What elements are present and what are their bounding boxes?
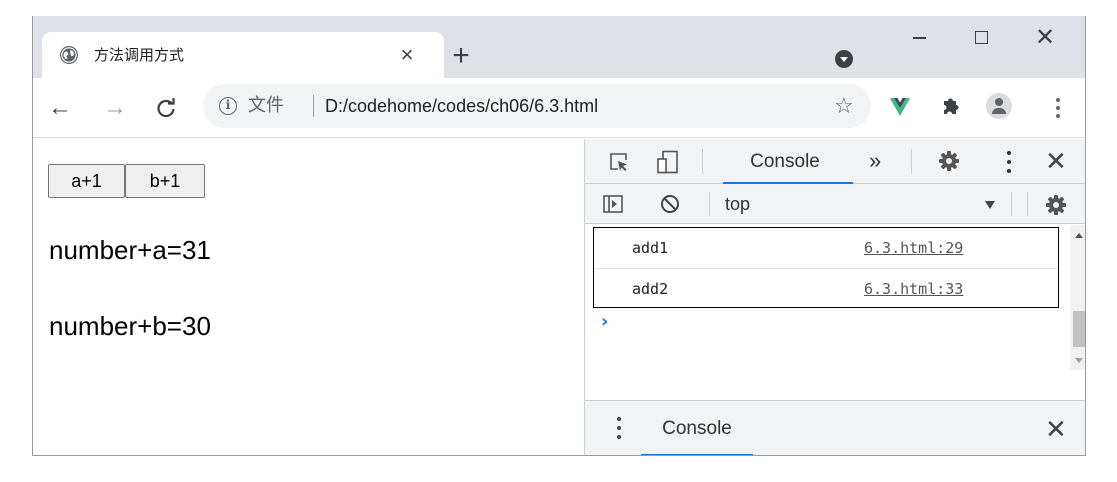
window-close-button[interactable]: ✕ <box>1015 16 1075 60</box>
new-tab-button[interactable]: + <box>446 41 476 72</box>
settings-icon[interactable] <box>1045 194 1067 221</box>
toolbar-separator <box>911 149 912 174</box>
toolbar-separator <box>1027 192 1028 216</box>
log-message: add2 <box>632 280 669 298</box>
tab-console[interactable]: Console <box>715 139 855 185</box>
tab-close-button[interactable]: × <box>392 40 422 70</box>
log-row: add1 6.3.html:29 <box>594 228 1058 267</box>
star-icon[interactable]: ☆ <box>834 92 854 120</box>
chevron-down-icon[interactable] <box>985 201 995 209</box>
log-group: add1 6.3.html:29 add2 6.3.html:33 <box>593 227 1059 308</box>
info-icon[interactable]: i <box>219 97 237 115</box>
a-plus-one-button[interactable]: a+1 <box>48 164 125 198</box>
drawer-tab-console[interactable]: Console <box>641 401 753 455</box>
toolbar-separator <box>1011 192 1012 216</box>
devtools-toolbar: Console » ✕ <box>585 139 1085 185</box>
forward-button[interactable]: → <box>100 93 130 123</box>
context-select[interactable]: top <box>725 184 1005 224</box>
device-toggle-icon[interactable] <box>657 150 679 179</box>
result-a-text: number+a=31 <box>49 235 211 265</box>
profile-icon[interactable] <box>986 93 1012 119</box>
vue-devtools-icon[interactable] <box>890 98 910 121</box>
log-row: add2 6.3.html:33 <box>594 268 1058 307</box>
log-source-link[interactable]: 6.3.html:33 <box>864 280 963 298</box>
clear-console-icon[interactable] <box>660 194 680 219</box>
more-tabs-button[interactable]: » <box>869 147 881 175</box>
devtools-panel: Console » ✕ top add1 6.3.html:29 add2 6.… <box>584 139 1085 455</box>
origin-chip[interactable]: 文件 <box>248 95 284 117</box>
address-bar[interactable]: i 文件 D:/codehome/codes/ch06/6.3.html ☆ <box>203 84 871 128</box>
scroll-down-icon[interactable] <box>1075 358 1083 363</box>
minimize-button[interactable] <box>889 16 949 60</box>
browser-toolbar: ← → i 文件 D:/codehome/codes/ch06/6.3.html… <box>33 78 1085 138</box>
tab-title: 方法调用方式 <box>94 46 185 64</box>
b-plus-one-button[interactable]: b+1 <box>125 164 205 198</box>
maximize-button[interactable] <box>951 16 1011 60</box>
log-message: add1 <box>632 239 669 257</box>
toolbar-separator <box>709 192 710 216</box>
result-b-text: number+b=30 <box>49 311 211 341</box>
scroll-up-icon[interactable] <box>1075 233 1083 238</box>
tab-search-button[interactable] <box>835 50 853 68</box>
devtools-menu-button[interactable] <box>1004 149 1014 175</box>
back-button[interactable]: ← <box>45 93 75 123</box>
scroll-thumb[interactable] <box>1073 311 1085 347</box>
browser-menu-button[interactable] <box>1048 93 1068 123</box>
drawer-menu-button[interactable] <box>615 417 623 441</box>
toolbar-separator <box>702 149 703 174</box>
log-source-link[interactable]: 6.3.html:29 <box>864 239 963 257</box>
tab-strip: 方法调用方式 × + ✕ <box>33 16 1085 78</box>
sidebar-toggle-icon[interactable] <box>603 195 623 218</box>
console-prompt[interactable]: › <box>601 311 608 332</box>
globe-icon <box>60 46 78 64</box>
extensions-icon[interactable] <box>940 95 962 122</box>
drawer-close-button[interactable]: ✕ <box>1045 413 1067 445</box>
inspect-icon[interactable] <box>609 152 629 177</box>
devtools-drawer: Console ✕ <box>585 400 1085 455</box>
browser-window: 方法调用方式 × + ✕ ← → i 文件 D:/codehome/codes/… <box>32 16 1086 456</box>
devtools-close-button[interactable]: ✕ <box>1045 145 1067 177</box>
reload-button[interactable] <box>151 93 181 123</box>
console-output[interactable]: add1 6.3.html:29 add2 6.3.html:33 › <box>585 225 1070 370</box>
page-content: a+1 b+1 number+a=31 number+b=30 <box>33 139 584 455</box>
omnibox-divider <box>313 95 314 117</box>
console-scrollbar[interactable] <box>1070 225 1085 370</box>
url-text[interactable]: D:/codehome/codes/ch06/6.3.html <box>325 95 598 117</box>
console-toolbar: top <box>585 184 1085 224</box>
settings-icon[interactable] <box>938 150 960 177</box>
tab-active[interactable]: 方法调用方式 × <box>42 32 444 78</box>
